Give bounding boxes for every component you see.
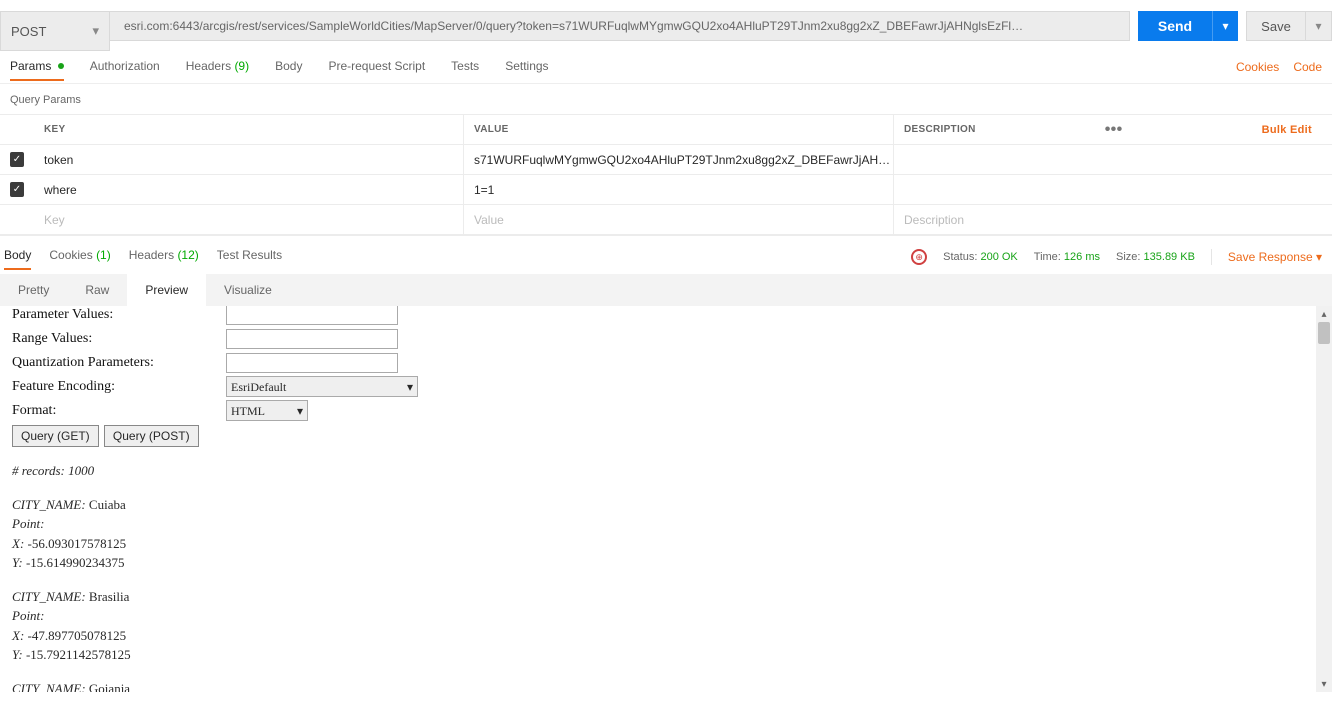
params-dirty-dot — [58, 63, 64, 69]
view-preview[interactable]: Preview — [127, 274, 206, 306]
input-parameter-values[interactable] — [226, 306, 398, 325]
param-key-input[interactable]: Key — [34, 205, 464, 234]
param-desc-cell[interactable] — [894, 145, 1332, 174]
view-visualize[interactable]: Visualize — [206, 274, 290, 306]
more-icon[interactable]: ••• — [1099, 121, 1129, 139]
param-desc-input[interactable]: Description — [894, 205, 1332, 234]
tab-tests[interactable]: Tests — [451, 53, 479, 81]
input-quantization[interactable] — [226, 353, 398, 373]
param-row: ✓ where 1=1 — [0, 175, 1332, 205]
param-row-empty: Key Value Description — [0, 205, 1332, 235]
param-value-cell[interactable]: 1=1 — [464, 175, 894, 204]
param-value-cell[interactable]: s71WURFuqlwMYgmwGQU2xo4AHluPT29TJnm2xu8g… — [464, 145, 894, 174]
size-value: 135.89 KB — [1144, 251, 1195, 263]
network-icon[interactable]: ⊕ — [911, 249, 927, 265]
param-row: ✓ token s71WURFuqlwMYgmwGQU2xo4AHluPT29T… — [0, 145, 1332, 175]
query-get-button[interactable]: Query (GET) — [12, 425, 99, 447]
param-checkbox[interactable]: ✓ — [10, 152, 24, 167]
result-record: CITY_NAME: Goiania — [12, 679, 1304, 693]
http-method-select[interactable]: POST ▾ — [0, 11, 110, 51]
result-record: CITY_NAME: Brasilia Point: X: -47.897705… — [12, 587, 1304, 665]
col-desc: DESCRIPTION ••• Bulk Edit — [894, 115, 1332, 144]
resp-tab-test-results[interactable]: Test Results — [217, 244, 282, 270]
tab-headers[interactable]: Headers (9) — [186, 53, 249, 81]
input-range-values[interactable] — [226, 329, 398, 349]
select-format[interactable]: HTML▾ — [226, 400, 308, 421]
scroll-down-icon[interactable]: ▾ — [1316, 676, 1332, 692]
url-input[interactable]: esri.com:6443/arcgis/rest/services/Sampl… — [110, 11, 1130, 41]
tab-params[interactable]: Params — [10, 53, 64, 81]
send-button[interactable]: Send — [1138, 11, 1212, 41]
tab-authorization[interactable]: Authorization — [90, 53, 160, 81]
status-value: 200 OK — [980, 251, 1017, 263]
save-dropdown[interactable]: ▾ — [1306, 11, 1332, 41]
resp-tab-cookies[interactable]: Cookies (1) — [49, 244, 110, 270]
param-key-cell[interactable]: where — [34, 175, 464, 204]
query-params-title: Query Params — [0, 84, 1332, 114]
send-dropdown[interactable]: ▾ — [1212, 11, 1238, 41]
records-count: # records: 1000 — [12, 461, 1304, 481]
save-button[interactable]: Save — [1246, 11, 1306, 41]
tab-prerequest[interactable]: Pre-request Script — [328, 53, 425, 81]
time-value: 126 ms — [1064, 251, 1100, 263]
chevron-down-icon: ▾ — [1222, 19, 1228, 33]
save-response-button[interactable]: Save Response ▾ — [1228, 250, 1322, 264]
query-post-button[interactable]: Query (POST) — [104, 425, 199, 447]
param-checkbox[interactable]: ✓ — [10, 182, 24, 197]
resp-tab-body[interactable]: Body — [4, 244, 31, 270]
col-key: KEY — [34, 115, 464, 144]
param-key-cell[interactable]: token — [34, 145, 464, 174]
view-pretty[interactable]: Pretty — [0, 274, 67, 306]
scrollbar[interactable]: ▴ ▾ — [1316, 306, 1332, 692]
chevron-down-icon: ▾ — [1315, 19, 1321, 33]
chevron-down-icon: ▾ — [407, 378, 413, 396]
tab-body[interactable]: Body — [275, 53, 302, 81]
chevron-down-icon: ▾ — [297, 402, 303, 420]
param-value-input[interactable]: Value — [464, 205, 894, 234]
label-parameter-values: Parameter Values: — [12, 306, 226, 325]
bulk-edit-link[interactable]: Bulk Edit — [1252, 124, 1322, 136]
code-link[interactable]: Code — [1293, 60, 1322, 74]
label-format: Format: — [12, 400, 226, 421]
resp-tab-headers[interactable]: Headers (12) — [129, 244, 199, 270]
result-record: CITY_NAME: Cuiaba Point: X: -56.09301757… — [12, 495, 1304, 573]
col-value: VALUE — [464, 115, 894, 144]
url-text: esri.com:6443/arcgis/rest/services/Sampl… — [124, 19, 1115, 33]
param-desc-cell[interactable] — [894, 175, 1332, 204]
label-feature-encoding: Feature Encoding: — [12, 376, 226, 397]
response-preview: Parameter Values: Range Values: Quantiza… — [0, 306, 1316, 692]
select-feature-encoding[interactable]: EsriDefault▾ — [226, 376, 418, 397]
scroll-up-icon[interactable]: ▴ — [1316, 306, 1332, 322]
chevron-down-icon: ▾ — [92, 23, 99, 39]
label-quantization: Quantization Parameters: — [12, 352, 226, 373]
tab-settings[interactable]: Settings — [505, 53, 548, 81]
scroll-thumb[interactable] — [1318, 322, 1330, 344]
view-raw[interactable]: Raw — [67, 274, 127, 306]
cookies-link[interactable]: Cookies — [1236, 60, 1279, 74]
label-range-values: Range Values: — [12, 328, 226, 349]
query-params-table: KEY VALUE DESCRIPTION ••• Bulk Edit ✓ to… — [0, 114, 1332, 236]
http-method-value: POST — [11, 24, 46, 39]
